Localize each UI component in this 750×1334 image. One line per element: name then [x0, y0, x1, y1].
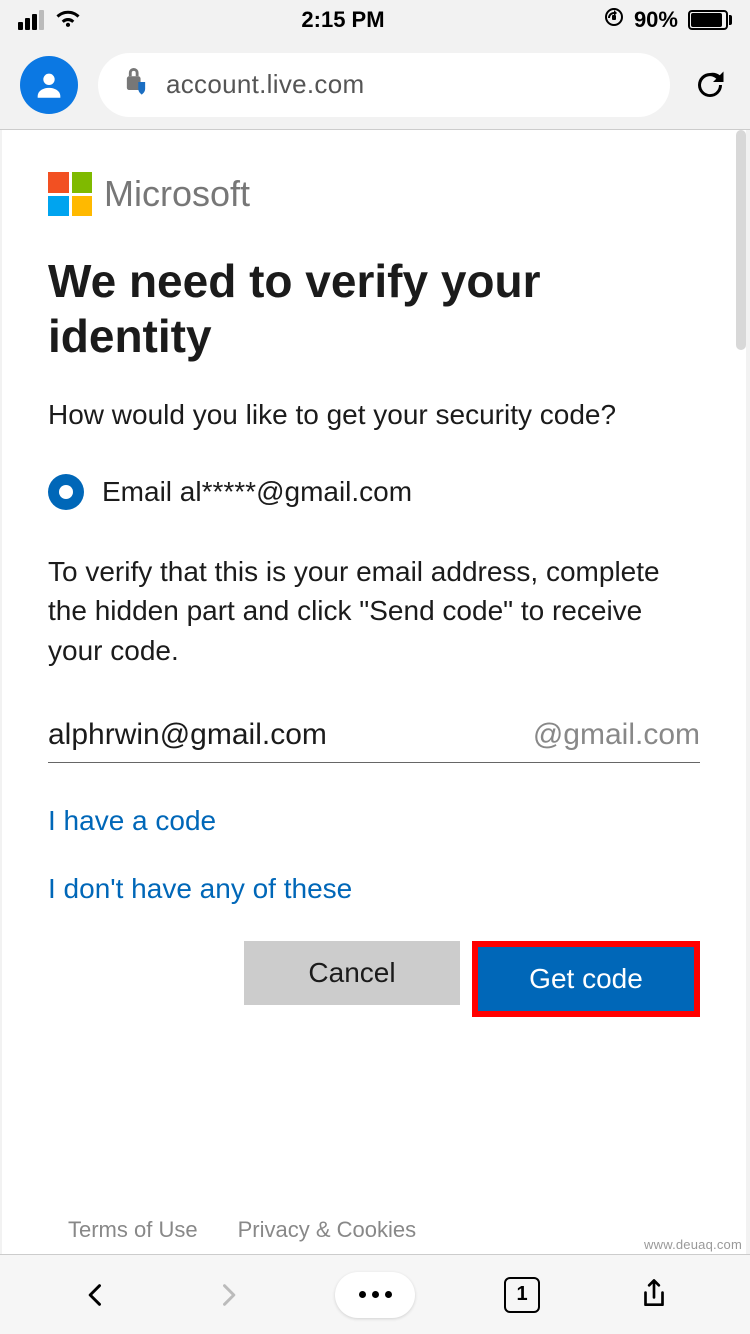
highlight-annotation: Get code [472, 941, 700, 1017]
rotation-lock-icon [604, 7, 624, 33]
tabs-button[interactable]: 1 [497, 1270, 547, 1320]
battery-icon [688, 10, 732, 30]
verify-option-email[interactable]: Email al*****@gmail.com [48, 474, 700, 510]
microsoft-logo: Microsoft [48, 172, 700, 216]
browser-bar: account.live.com [0, 40, 750, 130]
footer-links: Terms of Use Privacy & Cookies [48, 1217, 700, 1243]
status-left [18, 6, 82, 34]
status-bar: 2:15 PM 90% [0, 0, 750, 40]
signal-icon [18, 10, 44, 30]
refresh-button[interactable] [690, 65, 730, 105]
cancel-button[interactable]: Cancel [244, 941, 460, 1005]
instruction-text: To verify that this is your email addres… [48, 552, 700, 670]
microsoft-logo-icon [48, 172, 92, 216]
content-area: Microsoft We need to verify your identit… [2, 130, 746, 1254]
more-icon [359, 1291, 392, 1298]
privacy-link[interactable]: Privacy & Cookies [238, 1217, 417, 1243]
status-time: 2:15 PM [301, 7, 384, 33]
chevron-left-icon [82, 1281, 110, 1309]
email-input[interactable]: alphrwin@gmail.com @gmail.com [48, 710, 700, 763]
radio-selected-icon [48, 474, 84, 510]
watermark: www.deuaq.com [644, 1237, 742, 1252]
wifi-icon [54, 6, 82, 34]
terms-link[interactable]: Terms of Use [68, 1217, 198, 1243]
lock-shield-icon [122, 66, 150, 103]
verify-option-email-label: Email al*****@gmail.com [102, 476, 412, 508]
url-bar[interactable]: account.live.com [98, 53, 670, 117]
more-button[interactable] [335, 1272, 415, 1318]
profile-avatar[interactable] [20, 56, 78, 114]
no-options-link[interactable]: I don't have any of these [48, 873, 700, 905]
status-right: 90% [604, 7, 732, 33]
share-icon [639, 1278, 669, 1312]
refresh-icon [692, 67, 728, 103]
email-suffix: @gmail.com [533, 718, 700, 752]
chevron-right-icon [214, 1281, 242, 1309]
get-code-button[interactable]: Get code [478, 947, 694, 1011]
bottom-toolbar: 1 [0, 1254, 750, 1334]
url-text: account.live.com [166, 69, 364, 100]
back-button[interactable] [71, 1270, 121, 1320]
page-title: We need to verify your identity [48, 254, 700, 364]
have-code-link[interactable]: I have a code [48, 805, 700, 837]
person-icon [32, 68, 66, 102]
forward-button[interactable] [203, 1270, 253, 1320]
page-subtitle: How would you like to get your security … [48, 396, 700, 434]
battery-percent: 90% [634, 7, 678, 33]
button-row: Cancel Get code [48, 941, 700, 1017]
tab-count-icon: 1 [504, 1277, 540, 1313]
share-button[interactable] [629, 1270, 679, 1320]
microsoft-logo-text: Microsoft [104, 173, 250, 215]
email-input-value: alphrwin@gmail.com [48, 718, 533, 752]
